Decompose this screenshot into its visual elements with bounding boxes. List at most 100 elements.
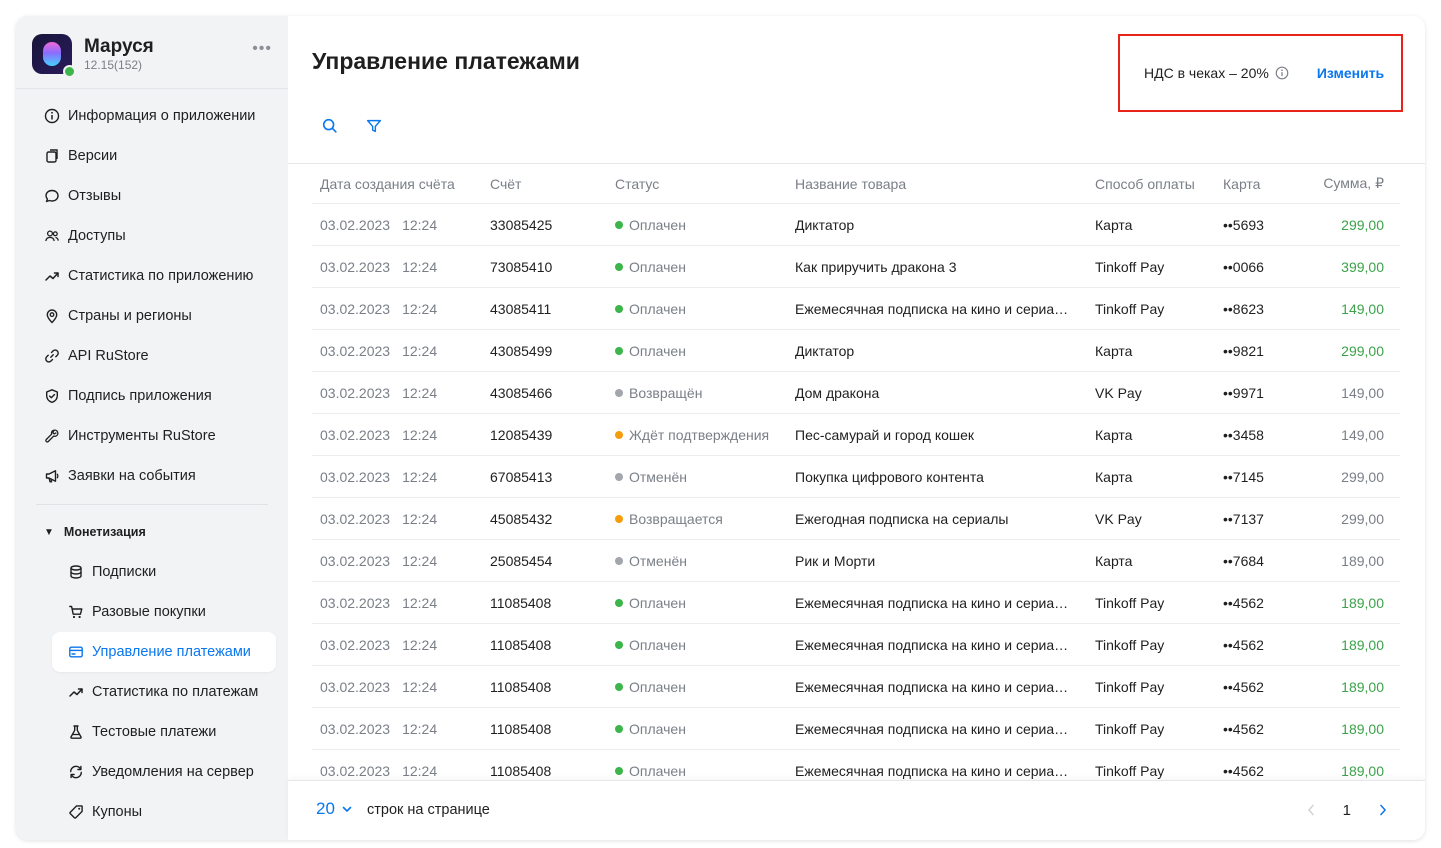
sidebar-subitem[interactable]: Подписки (52, 552, 276, 592)
cell-date: 03.02.2023 12:24 (320, 246, 480, 287)
product-name: Покупка цифрового контента (795, 468, 984, 485)
cell-date: 03.02.2023 12:24 (320, 624, 480, 665)
table-row[interactable]: 03.02.2023 12:24 11085408 Оплачен Ежемесячна… (312, 666, 1400, 708)
cell-date: 03.02.2023 12:24 (320, 708, 480, 749)
table-row[interactable]: 03.02.2023 12:24 25085454 Отменён Рик и Морт… (312, 540, 1400, 582)
sidebar-item[interactable]: Статистика по приложению (36, 256, 276, 296)
product-name: Как приручить дракона 3 (795, 258, 957, 275)
sidebar-item[interactable]: Информация о приложении (36, 96, 276, 136)
col-header-payment-method[interactable]: Способ оплаты (1095, 164, 1215, 203)
time-value: 12:24 (402, 510, 438, 527)
table-row[interactable]: 03.02.2023 12:24 11085408 Оплачен Ежемесячна… (312, 582, 1400, 624)
cell-status: Оплачен (615, 204, 790, 245)
rows-per-page-select[interactable]: 20 (316, 799, 353, 819)
search-icon[interactable] (320, 116, 340, 136)
sidebar-subitem[interactable]: Уведомления на сервер (52, 752, 276, 792)
status-badge: Оплачен (629, 258, 686, 275)
next-page-button[interactable] (1373, 799, 1393, 821)
date-value: 03.02.2023 (320, 762, 391, 779)
sidebar-item[interactable]: Страны и регионы (36, 296, 276, 336)
monetization-section-toggle[interactable]: ▼ Монетизация (44, 520, 146, 544)
col-header-status[interactable]: Статус (615, 164, 790, 203)
table-row[interactable]: 03.02.2023 12:24 67085413 Отменён Покупка ци… (312, 456, 1400, 498)
cell-card: ••4562 (1223, 594, 1264, 611)
cell-payment-method: VK Pay (1095, 510, 1142, 527)
chevron-right-icon (1380, 804, 1386, 816)
info-icon[interactable] (1275, 66, 1289, 80)
app-logo (32, 34, 76, 78)
cell-status: Возвращается (615, 498, 790, 539)
change-vat-link[interactable]: Изменить (1317, 65, 1384, 81)
table-row[interactable]: 03.02.2023 12:24 45085432 Возвращается Ежего… (312, 498, 1400, 540)
sidebar-subitem[interactable]: Статистика по платежам (52, 672, 276, 712)
more-options-button[interactable]: ••• (252, 40, 272, 58)
cell-sum: 149,00 (1341, 426, 1384, 443)
cell-payment-method: Tinkoff Pay (1095, 594, 1165, 611)
sidebar: Маруся 12.15(152) ••• Информация о прило… (16, 16, 288, 840)
cell-sum: 299,00 (1341, 468, 1384, 485)
sidebar-item[interactable]: Отзывы (36, 176, 276, 216)
date-value: 03.02.2023 (320, 510, 391, 527)
cell-account: 11085408 (490, 720, 552, 737)
table-row[interactable]: 03.02.2023 12:24 12085439 Ждёт подтверждени… (312, 414, 1400, 456)
cell-date: 03.02.2023 12:24 (320, 498, 480, 539)
cell-product-name: Ежемесячная подписка на кино и сериа… (795, 708, 1080, 749)
cell-status: Оплачен (615, 246, 790, 287)
sidebar-item-label: Заявки на события (68, 468, 196, 484)
sidebar-subitem-active[interactable]: Управление платежами (52, 632, 276, 672)
table-row[interactable]: 03.02.2023 12:24 11085408 Оплачен Ежемесячна… (312, 708, 1400, 750)
table-row[interactable]: 03.02.2023 12:24 43085466 Возвращён Дом драк… (312, 372, 1400, 414)
cell-card: ••4562 (1223, 720, 1264, 737)
sidebar-item-label: Подпись приложения (68, 388, 212, 404)
col-header-product-name[interactable]: Название товара (795, 164, 1080, 203)
wrench-icon (44, 428, 60, 444)
sidebar-item[interactable]: API RuStore (36, 336, 276, 376)
filter-icon[interactable] (364, 116, 384, 136)
page-number[interactable]: 1 (1343, 802, 1351, 819)
trend-icon (68, 684, 84, 700)
cell-card: ••4562 (1223, 636, 1264, 653)
time-value: 12:24 (402, 258, 438, 275)
col-header-date[interactable]: Дата создания счёта (320, 164, 480, 203)
sidebar-item[interactable]: Инструменты RuStore (36, 416, 276, 456)
chevron-left-icon (1307, 804, 1314, 816)
sidebar-item[interactable]: Доступы (36, 216, 276, 256)
table-row[interactable]: 03.02.2023 12:24 73085410 Оплачен Как прируч… (312, 246, 1400, 288)
sidebar-subitem-label: Подписки (92, 564, 157, 580)
sidebar-item[interactable]: Заявки на события (36, 456, 276, 496)
prev-page-button[interactable] (1301, 799, 1321, 821)
megaphone-icon (44, 468, 60, 484)
cell-card: ••4562 (1223, 678, 1264, 695)
table-row[interactable]: 03.02.2023 12:24 43085411 Оплачен Ежемесячна… (312, 288, 1400, 330)
status-dot (615, 598, 623, 607)
cell-status: Оплачен (615, 330, 790, 371)
time-value: 12:24 (402, 468, 438, 485)
time-value: 12:24 (402, 762, 438, 779)
cell-account: 11085408 (490, 594, 552, 611)
sidebar-subitem[interactable]: Тестовые платежи (52, 712, 276, 752)
table-row[interactable]: 03.02.2023 12:24 43085499 Оплачен Диктатор Ка… (312, 330, 1400, 372)
caret-down-icon: ▼ (44, 526, 54, 538)
col-header-account[interactable]: Счёт (490, 164, 600, 203)
status-badge: Оплачен (629, 594, 686, 611)
cell-status: Оплачен (615, 666, 790, 707)
app-header[interactable]: Маруся 12.15(152) ••• (32, 32, 272, 78)
col-header-sum[interactable]: Сумма, ₽ (1302, 164, 1384, 203)
sidebar-item[interactable]: Подпись приложения (36, 376, 276, 416)
cell-account: 43085466 (490, 384, 553, 401)
sidebar-subitem[interactable]: Купоны (52, 792, 276, 832)
app-logo-orb (43, 42, 61, 66)
location-pin-icon (44, 308, 60, 324)
col-header-card[interactable]: Карта (1223, 164, 1303, 203)
rows-per-page-label: строк на странице (367, 802, 490, 818)
cell-payment-method: Карта (1095, 426, 1133, 443)
sidebar-item[interactable]: Версии (36, 136, 276, 176)
table-row[interactable]: 03.02.2023 12:24 11085408 Оплачен Ежемесячна… (312, 624, 1400, 666)
cell-date: 03.02.2023 12:24 (320, 204, 480, 245)
cell-sum: 189,00 (1341, 720, 1384, 737)
table-row[interactable]: 03.02.2023 12:24 33085425 Оплачен Диктатор Ка… (312, 204, 1400, 246)
cell-payment-method: VK Pay (1095, 384, 1142, 401)
sidebar-subitem[interactable]: Разовые покупки (52, 592, 276, 632)
status-badge: Оплачен (629, 636, 686, 653)
versions-icon (44, 148, 60, 164)
